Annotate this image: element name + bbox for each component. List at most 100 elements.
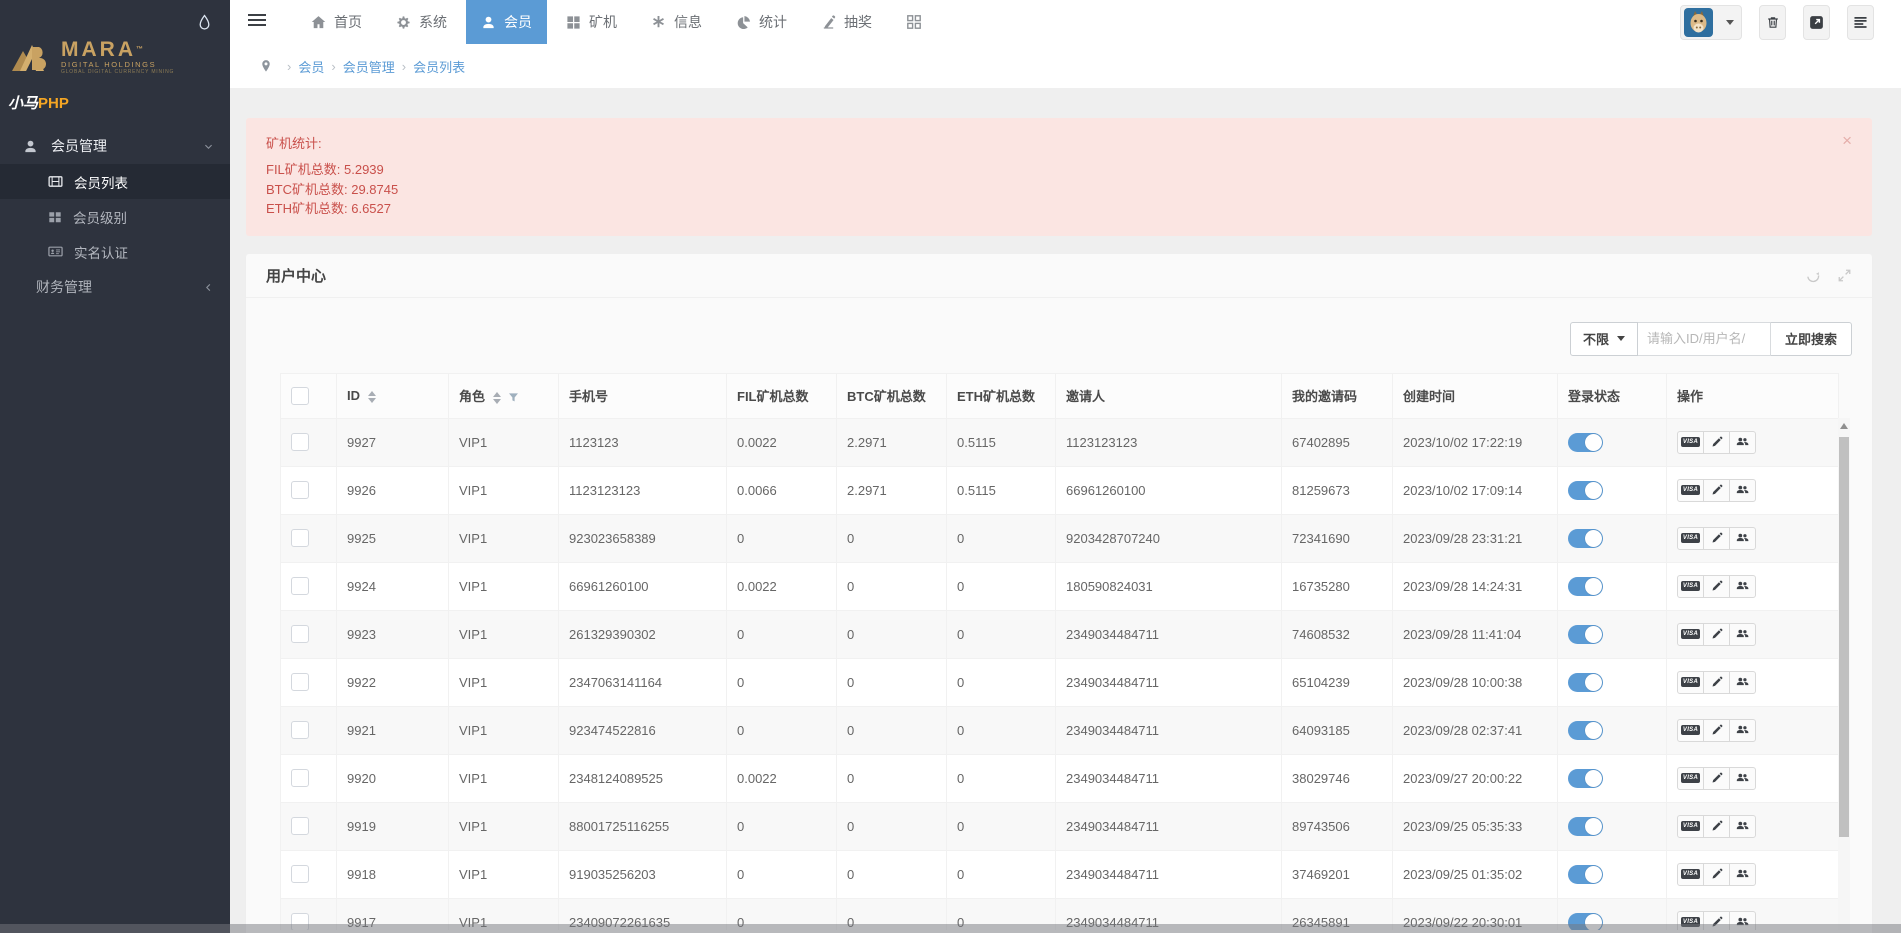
wallet-button[interactable]: VISA (1677, 671, 1704, 694)
row-checkbox[interactable] (291, 433, 309, 451)
wallet-button[interactable]: VISA (1677, 623, 1704, 646)
filter-icon[interactable] (508, 392, 519, 403)
search-input[interactable] (1638, 322, 1771, 356)
nav-item-apps[interactable] (891, 0, 945, 44)
edit-button[interactable] (1703, 431, 1730, 454)
login-status-toggle[interactable] (1568, 721, 1603, 740)
row-checkbox[interactable] (291, 625, 309, 643)
wallet-button[interactable]: VISA (1677, 863, 1704, 886)
hamburger-icon[interactable] (248, 14, 266, 29)
breadcrumb-link-member-management[interactable]: 会员管理 (343, 57, 395, 76)
miner-stats-alert: 矿机统计: FIL矿机总数: 5.2939 BTC矿机总数: 29.8745 E… (246, 118, 1872, 236)
team-button[interactable] (1729, 527, 1756, 550)
horizontal-scrollbar[interactable] (0, 924, 1901, 933)
wallet-button[interactable]: VISA (1677, 527, 1704, 550)
team-button[interactable] (1729, 623, 1756, 646)
breadcrumb-link-member[interactable]: 会员 (298, 57, 324, 76)
row-checkbox[interactable] (291, 577, 309, 595)
refresh-icon[interactable] (1806, 268, 1821, 283)
search-button[interactable]: 立即搜索 (1771, 322, 1852, 356)
sidebar-item-member-list[interactable]: 会员列表 (0, 164, 230, 199)
edit-button[interactable] (1703, 863, 1730, 886)
edit-button[interactable] (1703, 671, 1730, 694)
edit-button[interactable] (1703, 479, 1730, 502)
team-button[interactable] (1729, 479, 1756, 502)
login-status-toggle[interactable] (1568, 865, 1603, 884)
wallet-button[interactable]: VISA (1677, 815, 1704, 838)
team-button[interactable] (1729, 671, 1756, 694)
login-status-toggle[interactable] (1568, 625, 1603, 644)
sidebar-group-member-management[interactable]: 会员管理 (0, 128, 230, 164)
wallet-button[interactable]: VISA (1677, 479, 1704, 502)
row-checkbox[interactable] (291, 769, 309, 787)
team-button[interactable] (1729, 719, 1756, 742)
login-status-toggle[interactable] (1568, 817, 1603, 836)
wallet-button[interactable]: VISA (1677, 767, 1704, 790)
edit-button[interactable] (1703, 767, 1730, 790)
breadcrumb-separator: › (287, 59, 291, 74)
nav-item-system[interactable]: 系统 (381, 0, 462, 44)
cell-invite-code: 74608532 (1282, 610, 1393, 658)
login-status-toggle[interactable] (1568, 769, 1603, 788)
row-actions: VISA (1677, 575, 1756, 598)
edit-button[interactable] (1703, 575, 1730, 598)
toggle-knob (1585, 722, 1602, 739)
row-checkbox[interactable] (291, 865, 309, 883)
nav-item-info[interactable]: 信息 (636, 0, 717, 44)
column-header-invite-code: 我的邀请码 (1282, 373, 1393, 418)
login-status-toggle[interactable] (1568, 433, 1603, 452)
team-button[interactable] (1729, 767, 1756, 790)
edit-button[interactable] (1703, 623, 1730, 646)
brand-logo-mark (10, 41, 54, 75)
cell-phone: 1123123123 (559, 466, 727, 514)
login-status-toggle[interactable] (1568, 673, 1603, 692)
row-checkbox[interactable] (291, 481, 309, 499)
close-icon[interactable]: × (1842, 132, 1852, 149)
row-checkbox[interactable] (291, 721, 309, 739)
login-status-toggle[interactable] (1568, 577, 1603, 596)
nav-item-member[interactable]: 会员 (466, 0, 547, 44)
user-center-card: 用户中心 不限 立即搜索 (246, 254, 1872, 933)
team-button[interactable] (1729, 815, 1756, 838)
cell-eth: 0 (947, 706, 1056, 754)
table-vertical-scrollbar[interactable] (1838, 418, 1850, 930)
nav-item-home[interactable]: 首页 (296, 0, 377, 44)
sort-icon[interactable] (368, 391, 376, 403)
edit-button[interactable] (1703, 527, 1730, 550)
edit-button[interactable] (1703, 815, 1730, 838)
team-button[interactable] (1729, 575, 1756, 598)
nav-item-miner[interactable]: 矿机 (551, 0, 632, 44)
user-menu[interactable] (1680, 5, 1742, 40)
sidebar-item-real-name-auth[interactable]: 实名认证 (0, 234, 230, 269)
cell-invite-code: 81259673 (1282, 466, 1393, 514)
row-checkbox[interactable] (291, 673, 309, 691)
breadcrumb-link-member-list[interactable]: 会员列表 (413, 57, 465, 76)
sidebar-group-finance-management[interactable]: 财务管理 (0, 269, 230, 305)
login-status-toggle[interactable] (1568, 529, 1603, 548)
wallet-button[interactable]: VISA (1677, 719, 1704, 742)
scrollbar-thumb[interactable] (1839, 437, 1849, 837)
team-button[interactable] (1729, 863, 1756, 886)
team-button[interactable] (1729, 431, 1756, 454)
nav-item-lottery[interactable]: 抽奖 (806, 0, 887, 44)
sort-icon[interactable] (493, 392, 501, 404)
nav-item-statistics[interactable]: 统计 (721, 0, 802, 44)
search-filter-dropdown[interactable]: 不限 (1570, 322, 1638, 356)
table-row: 9922 VIP1 2347063141164 0 0 0 2349034484… (281, 658, 1839, 706)
expand-icon[interactable] (1837, 268, 1852, 283)
login-status-toggle[interactable] (1568, 481, 1603, 500)
trash-button[interactable] (1759, 5, 1786, 40)
visa-icon: VISA (1681, 629, 1700, 639)
sidebar-item-member-level[interactable]: 会员级别 (0, 199, 230, 234)
list-button[interactable] (1847, 5, 1874, 40)
row-checkbox[interactable] (291, 817, 309, 835)
row-checkbox[interactable] (291, 529, 309, 547)
wallet-button[interactable]: VISA (1677, 575, 1704, 598)
select-all-checkbox[interactable] (291, 387, 309, 405)
scroll-up-arrow-icon[interactable] (1840, 423, 1848, 429)
edit-button[interactable] (1703, 719, 1730, 742)
cell-invite-code: 38029746 (1282, 754, 1393, 802)
external-link-button[interactable] (1803, 5, 1830, 40)
wallet-button[interactable]: VISA (1677, 431, 1704, 454)
users-icon (1736, 580, 1749, 592)
